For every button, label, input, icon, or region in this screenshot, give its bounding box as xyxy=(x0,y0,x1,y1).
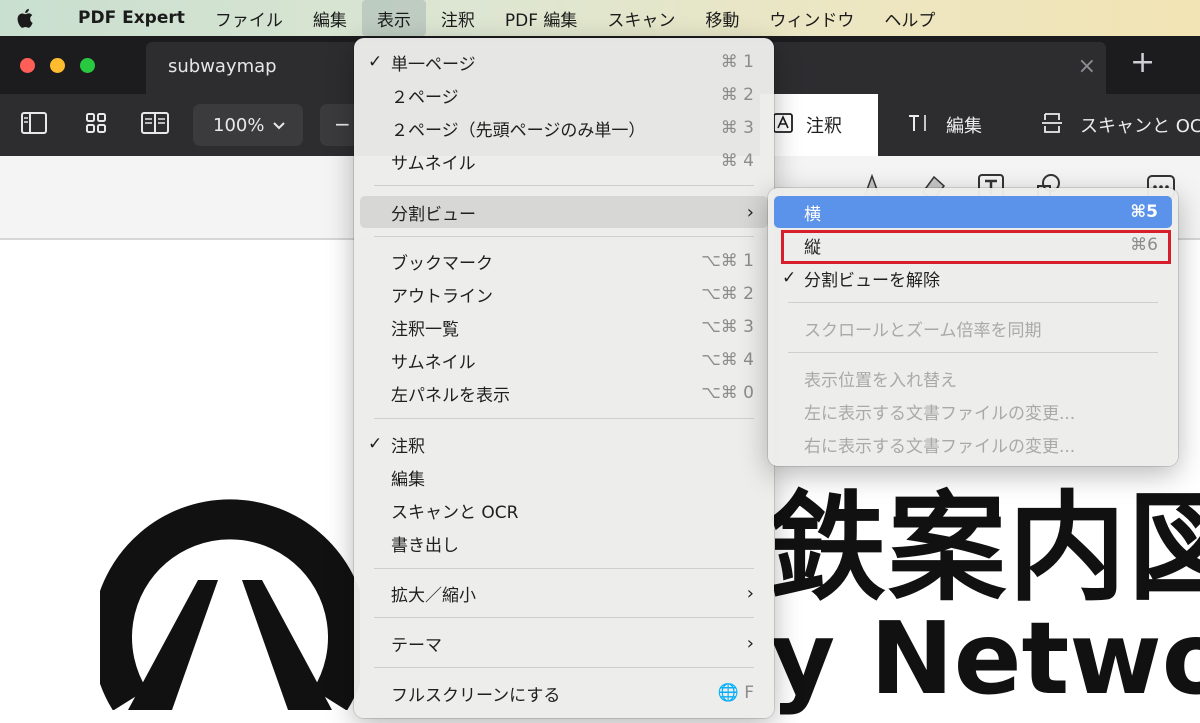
scan-icon xyxy=(1040,111,1064,140)
menu-item-theme[interactable]: テーマ › xyxy=(360,627,768,659)
mode-scan-tab[interactable]: スキャンと OC xyxy=(1040,94,1200,156)
document-title-jp: 鉄案内図 xyxy=(768,479,1200,617)
chevron-right-icon: › xyxy=(746,582,754,604)
menu-item-two-pages-cover[interactable]: ２ページ（先頭ページのみ単一） ⌘ 3 xyxy=(360,112,768,144)
checkmark-icon: ✓ xyxy=(782,268,797,288)
mode-scan-label: スキャンと OC xyxy=(1080,116,1200,137)
menu-edit[interactable]: 編集 xyxy=(298,0,362,36)
zoom-window-button[interactable] xyxy=(80,58,95,73)
menu-item-two-pages[interactable]: ２ページ ⌘ 2 xyxy=(360,79,768,111)
sidebar-toggle-icon[interactable] xyxy=(20,110,48,140)
menu-item-zoom[interactable]: 拡大／縮小 › xyxy=(360,577,768,609)
annotate-icon xyxy=(772,112,794,138)
mode-annotate-label: 注釈 xyxy=(806,116,842,137)
menu-item-split-horizontal[interactable]: 横 ⌘5 xyxy=(774,196,1172,228)
menu-separator xyxy=(374,418,754,419)
menu-app-name[interactable]: PDF Expert xyxy=(52,0,200,36)
red-highlight-box xyxy=(781,230,1171,264)
menu-window[interactable]: ウィンドウ xyxy=(754,0,869,36)
globe-shortcut: 🌐 F xyxy=(717,683,754,703)
mode-edit-tab[interactable]: 編集 xyxy=(906,94,982,156)
menubar: PDF Expert ファイル 編集 表示 注釈 PDF 編集 スキャン 移動 … xyxy=(0,0,1200,36)
menu-item-split-view[interactable]: 分割ビュー › xyxy=(360,196,768,228)
menu-item-scan-ocr-mode[interactable]: スキャンと OCR xyxy=(360,494,768,526)
menu-item-outline[interactable]: アウトライン ⌥⌘ 2 xyxy=(360,278,768,310)
reader-view-icon[interactable] xyxy=(140,110,170,140)
minimize-window-button[interactable] xyxy=(50,58,65,73)
menu-item-thumbnails[interactable]: サムネイル ⌘ 4 xyxy=(360,145,768,177)
menu-separator xyxy=(788,302,1158,303)
menu-item-show-left-panel[interactable]: 左パネルを表示 ⌥⌘ 0 xyxy=(360,377,768,409)
menu-help[interactable]: ヘルプ xyxy=(869,0,950,36)
menu-separator xyxy=(374,185,754,186)
zoom-level-dropdown[interactable]: 100% xyxy=(193,104,303,146)
menu-item-swap-position[interactable]: 表示位置を入れ替え xyxy=(774,362,1172,394)
checkmark-icon: ✓ xyxy=(368,434,383,454)
tab-title: subwaymap xyxy=(168,56,277,77)
menu-annotate[interactable]: 注釈 xyxy=(426,0,490,36)
mode-edit-label: 編集 xyxy=(946,116,982,137)
document-title-en: y Networ xyxy=(770,600,1200,717)
menu-item-fullscreen[interactable]: フルスクリーンにする 🌐 F xyxy=(360,677,768,709)
menu-item-export-mode[interactable]: 書き出し xyxy=(360,527,768,559)
grid-view-icon[interactable] xyxy=(84,110,108,140)
menu-separator xyxy=(374,236,754,237)
zoom-level-value: 100% xyxy=(213,114,265,136)
chevron-down-icon xyxy=(272,115,286,136)
chevron-right-icon: › xyxy=(746,632,754,654)
menu-item-disable-split[interactable]: ✓ 分割ビューを解除 xyxy=(774,262,1172,294)
menu-item-sync-scroll-zoom[interactable]: スクロールとズーム倍率を同期 xyxy=(774,312,1172,344)
menu-separator xyxy=(374,568,754,569)
menu-view[interactable]: 表示 xyxy=(361,0,426,36)
menu-scan[interactable]: スキャン xyxy=(592,0,690,36)
mode-annotate-tab[interactable]: 注釈 xyxy=(760,94,878,156)
tab-close-icon[interactable]: × xyxy=(1078,54,1096,79)
menu-separator xyxy=(788,352,1158,353)
menu-pdf-edit[interactable]: PDF 編集 xyxy=(490,0,593,36)
subway-logo xyxy=(100,499,360,710)
menu-item-edit-mode[interactable]: 編集 xyxy=(360,461,768,493)
view-menu: ✓ 単一ページ ⌘ 1 ２ページ ⌘ 2 ２ページ（先頭ページのみ単一） ⌘ 3… xyxy=(354,38,774,718)
menu-separator xyxy=(374,667,754,668)
menu-item-annotations-list[interactable]: 注釈一覧 ⌥⌘ 3 xyxy=(360,311,768,343)
apple-menu-icon[interactable] xyxy=(0,7,52,29)
menu-file[interactable]: ファイル xyxy=(200,0,298,36)
menu-item-change-right-doc[interactable]: 右に表示する文書ファイルの変更... xyxy=(774,428,1172,460)
menu-item-thumbnails-panel[interactable]: サムネイル ⌥⌘ 4 xyxy=(360,344,768,376)
menu-item-annotate-mode[interactable]: ✓ 注釈 xyxy=(360,428,768,460)
menu-go[interactable]: 移動 xyxy=(690,0,754,36)
menu-item-change-left-doc[interactable]: 左に表示する文書ファイルの変更... xyxy=(774,395,1172,427)
text-edit-icon xyxy=(906,112,930,139)
chevron-right-icon: › xyxy=(746,201,754,223)
new-tab-icon[interactable]: + xyxy=(1130,48,1155,78)
menu-item-single-page[interactable]: ✓ 単一ページ ⌘ 1 xyxy=(360,46,768,78)
menu-item-bookmarks[interactable]: ブックマーク ⌥⌘ 1 xyxy=(360,245,768,277)
checkmark-icon: ✓ xyxy=(368,52,383,72)
close-window-button[interactable] xyxy=(20,58,35,73)
menu-separator xyxy=(374,617,754,618)
